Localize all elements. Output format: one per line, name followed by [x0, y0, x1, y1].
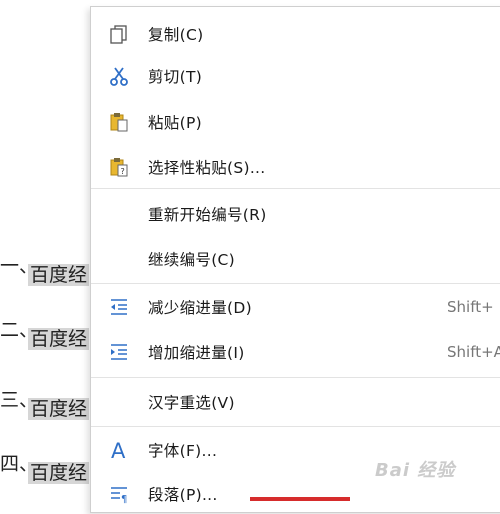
menu-item-label: 复制(C) [148, 26, 204, 44]
menu-item-label: 选择性粘贴(S)... [148, 159, 266, 177]
menu-item-label: 粘贴(P) [148, 114, 202, 132]
selected-text[interactable]: 百度经 [28, 462, 90, 484]
list-number: 四、 [0, 453, 28, 475]
paragraph-icon: ¶ [107, 482, 131, 506]
svg-text:A: A [111, 439, 126, 461]
scissors-icon [107, 64, 131, 88]
font-icon: A [107, 438, 131, 462]
menu-item-label: 重新开始编号(R) [148, 206, 267, 224]
document-line: 一、百度经 [0, 251, 90, 286]
selected-text[interactable]: 百度经 [28, 398, 90, 420]
menu-item-restart-numbering[interactable]: 重新开始编号(R) [91, 194, 500, 234]
menu-item-label: 汉字重选(V) [148, 394, 235, 412]
menu-item-label: 增加缩进量(I) [148, 344, 245, 362]
menu-item-label: 继续编号(C) [148, 251, 236, 269]
document-line: 二、百度经 [0, 315, 90, 350]
menu-separator [91, 188, 500, 189]
watermark-logo: Bai 经验 [375, 460, 456, 481]
menu-item-continue-numbering[interactable]: 继续编号(C) [91, 239, 500, 279]
selected-text[interactable]: 百度经 [28, 264, 90, 286]
menu-item-paste[interactable]: 粘贴(P) [91, 102, 500, 142]
menu-item-decrease-indent[interactable]: 减少缩进量(D) Shift+ [91, 287, 500, 327]
menu-separator [91, 283, 500, 284]
menu-item-label: 减少缩进量(D) [148, 299, 252, 317]
paste-icon [107, 110, 131, 134]
menu-separator [91, 426, 500, 427]
menu-item-label: 字体(F)... [148, 442, 218, 460]
menu-separator [91, 377, 500, 378]
decrease-indent-icon [107, 295, 131, 319]
highlight-underline [250, 497, 350, 501]
menu-item-shortcut: Shift+ [447, 298, 494, 316]
paste-special-icon: ? [107, 155, 131, 179]
svg-text:?: ? [121, 167, 125, 176]
menu-item-hanzi-reselect[interactable]: 汉字重选(V) [91, 382, 500, 422]
menu-item-cut[interactable]: 剪切(T) [91, 56, 500, 96]
svg-text:¶: ¶ [121, 494, 127, 505]
copy-icon [107, 22, 131, 46]
menu-item-paste-special[interactable]: ? 选择性粘贴(S)... [91, 147, 500, 187]
list-number: 二、 [0, 319, 28, 341]
list-number: 三、 [0, 389, 28, 411]
menu-item-label: 段落(P)... [148, 486, 218, 504]
menu-item-label: 剪切(T) [148, 68, 203, 86]
selected-text[interactable]: 百度经 [28, 328, 90, 350]
menu-item-shortcut: Shift+A [447, 343, 500, 361]
document-line: 三、百度经 [0, 385, 90, 420]
list-number: 一、 [0, 255, 28, 277]
menu-item-increase-indent[interactable]: 增加缩进量(I) Shift+A [91, 332, 500, 372]
document-line: 四、百度经 [0, 449, 90, 484]
context-menu: 复制(C) 剪切(T) 粘贴(P) ? 选择性粘贴(S)... 重新开始编号(R… [90, 6, 500, 513]
menu-item-copy[interactable]: 复制(C) [91, 14, 500, 54]
increase-indent-icon [107, 340, 131, 364]
